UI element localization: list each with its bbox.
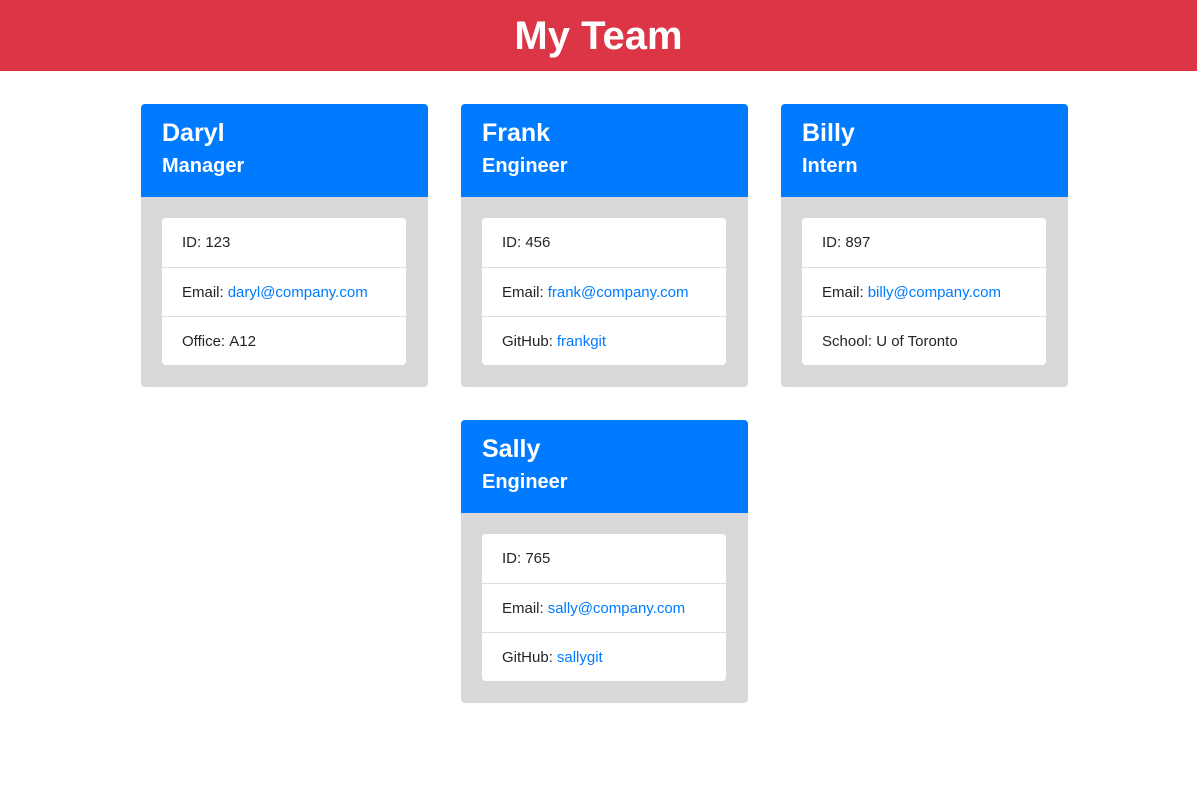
github-link[interactable]: frankgit	[557, 333, 606, 350]
employee-role: Engineer	[482, 471, 568, 493]
card-header: Daryl Manager	[141, 104, 428, 197]
employee-email: Email: daryl@company.com	[162, 267, 406, 316]
employee-role: Manager	[162, 155, 245, 177]
employee-github: GitHub: sallygit	[482, 632, 726, 681]
employee-role: Intern	[802, 155, 858, 177]
office-value: A12	[229, 332, 256, 350]
id-label: ID:	[182, 234, 202, 251]
school-value: U of Toronto	[876, 332, 958, 350]
id-value: 456	[525, 234, 551, 251]
employee-name: Billy	[802, 119, 855, 147]
employee-email: Email: sally@company.com	[482, 583, 726, 632]
id-value: 897	[845, 234, 871, 251]
employee-id: ID: 765	[482, 534, 726, 583]
employee-id: ID: 123	[162, 218, 406, 267]
page-header: My Team	[0, 0, 1197, 71]
employee-card-daryl: Daryl Manager ID: 123 Email: daryl@compa…	[141, 104, 428, 387]
employee-name: Sally	[482, 435, 541, 463]
id-label: ID:	[822, 234, 842, 251]
id-value: 123	[205, 234, 231, 251]
email-label: Email:	[502, 283, 544, 301]
employee-details: ID: 897 Email: billy@company.com School:…	[802, 218, 1046, 365]
employee-github: GitHub: frankgit	[482, 316, 726, 365]
employee-school: School: U of Toronto	[802, 316, 1046, 365]
school-label: School:	[822, 332, 873, 350]
card-header: Sally Engineer	[461, 420, 748, 513]
email-link[interactable]: billy@company.com	[868, 284, 1001, 301]
employee-card-sally: Sally Engineer ID: 765 Email: sally@comp…	[461, 420, 748, 703]
id-label: ID:	[502, 550, 522, 567]
email-link[interactable]: sally@company.com	[548, 600, 686, 617]
employee-details: ID: 765 Email: sally@company.com GitHub:…	[482, 534, 726, 681]
email-label: Email:	[502, 599, 544, 617]
email-label: Email:	[822, 283, 864, 301]
employee-name: Daryl	[162, 119, 225, 147]
email-label: Email:	[182, 283, 224, 301]
card-header: Billy Intern	[781, 104, 1068, 197]
employee-id: ID: 897	[802, 218, 1046, 267]
office-label: Office:	[182, 332, 226, 350]
github-link[interactable]: sallygit	[557, 649, 603, 666]
employee-card-frank: Frank Engineer ID: 456 Email: frank@comp…	[461, 104, 748, 387]
employee-name: Frank	[482, 119, 551, 147]
id-label: ID:	[502, 234, 522, 251]
employee-details: ID: 456 Email: frank@company.com GitHub:…	[482, 218, 726, 365]
email-link[interactable]: frank@company.com	[548, 284, 689, 301]
employee-role: Engineer	[482, 155, 568, 177]
employee-office: Office: A12	[162, 316, 406, 365]
card-header: Frank Engineer	[461, 104, 748, 197]
github-label: GitHub:	[502, 648, 553, 666]
employee-id: ID: 456	[482, 218, 726, 267]
employee-email: Email: frank@company.com	[482, 267, 726, 316]
employee-details: ID: 123 Email: daryl@company.com Office:…	[162, 218, 406, 365]
email-link[interactable]: daryl@company.com	[228, 284, 368, 301]
employee-card-billy: Billy Intern ID: 897 Email: billy@compan…	[781, 104, 1068, 387]
github-label: GitHub:	[502, 332, 553, 350]
id-value: 765	[525, 550, 551, 567]
page-title: My Team	[514, 13, 683, 58]
employee-email: Email: billy@company.com	[802, 267, 1046, 316]
